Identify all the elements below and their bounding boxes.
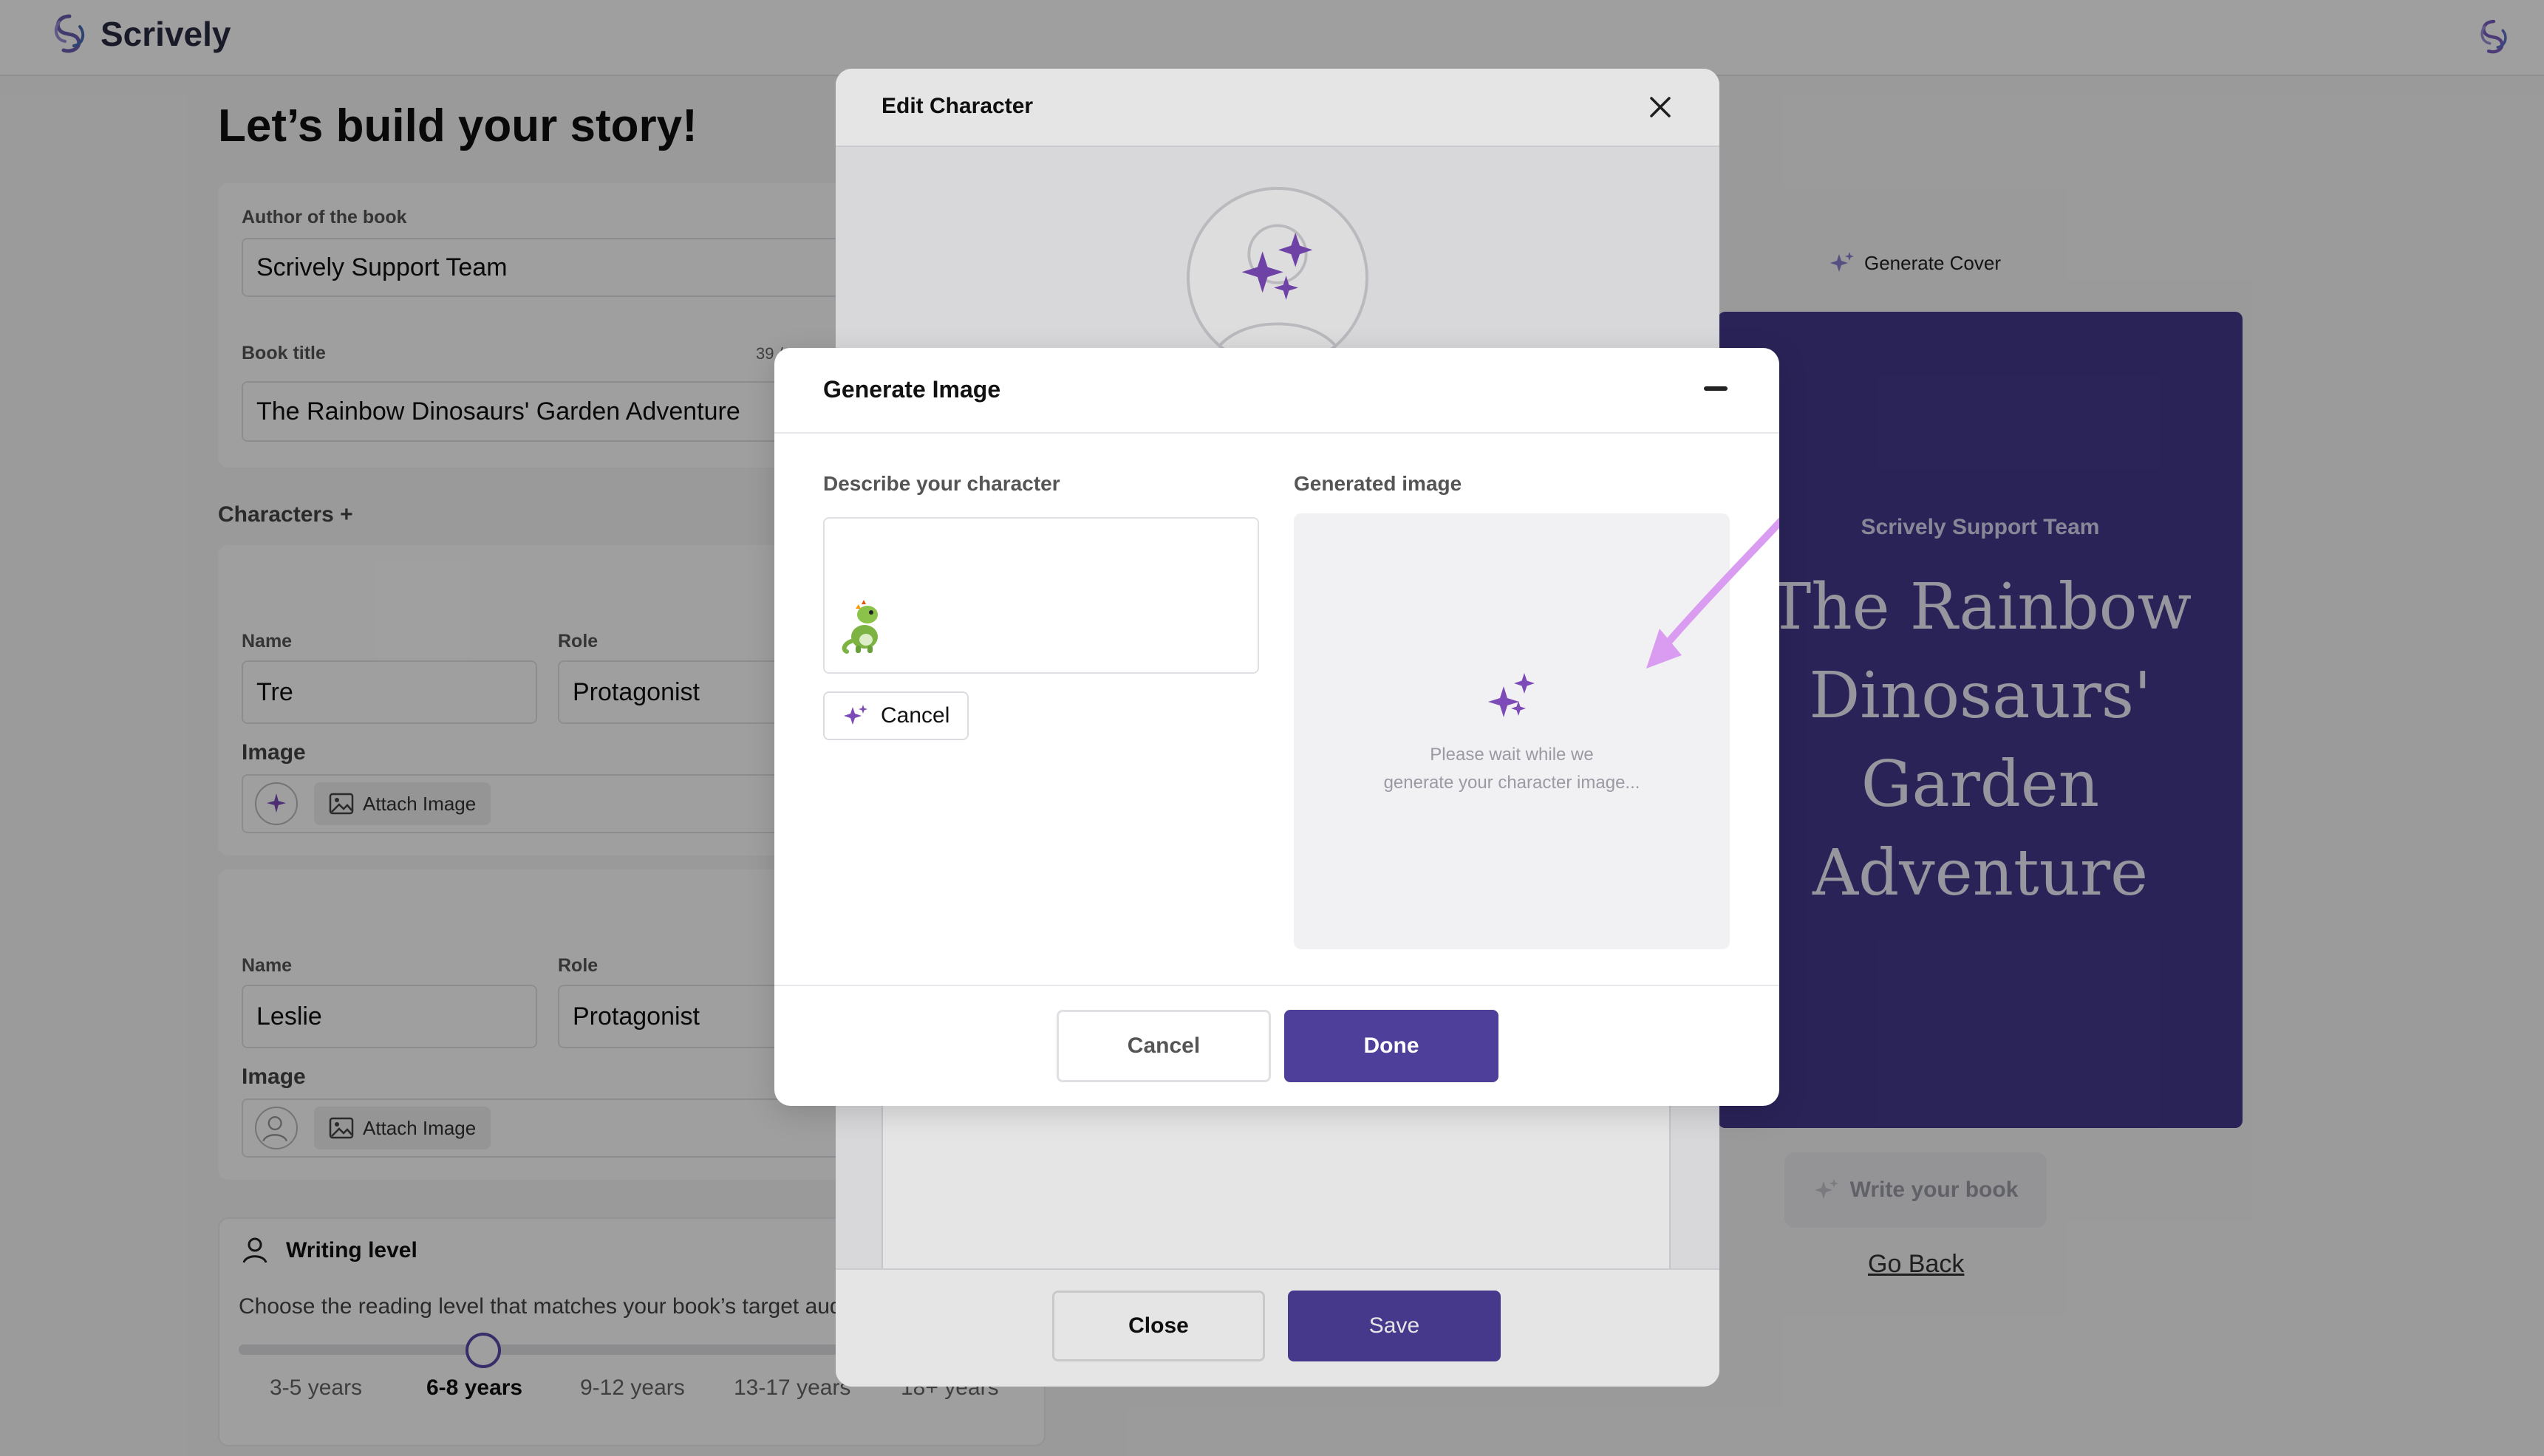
sparkles-loading-icon [1488, 673, 1535, 717]
character-description-input[interactable] [823, 517, 1259, 674]
arrow-annotation-icon [1646, 517, 1779, 669]
dinosaur-emoji-icon [842, 600, 878, 654]
sparkle-icon [844, 705, 867, 725]
done-button[interactable]: Done [1284, 1010, 1498, 1082]
generating-message: Please wait while we generate your chara… [1294, 741, 1730, 797]
describe-character-label: Describe your character [823, 472, 1060, 495]
generated-image-label: Generated image [1294, 472, 1462, 495]
generate-image-footer [774, 985, 1779, 1106]
generating-message-line-2: generate your character image... [1383, 773, 1640, 793]
cancel-button[interactable]: Cancel [1057, 1010, 1271, 1082]
generate-image-title: Generate Image [823, 376, 1001, 403]
minimize-icon[interactable] [1704, 386, 1728, 391]
cancel-generation-button[interactable]: Cancel [823, 691, 969, 740]
generating-message-line-1: Please wait while we [1430, 745, 1594, 765]
cancel-generation-label: Cancel [881, 703, 950, 728]
generate-image-header: Generate Image [774, 348, 1779, 434]
generate-image-modal: Generate Image Describe your character G… [774, 348, 1779, 1106]
